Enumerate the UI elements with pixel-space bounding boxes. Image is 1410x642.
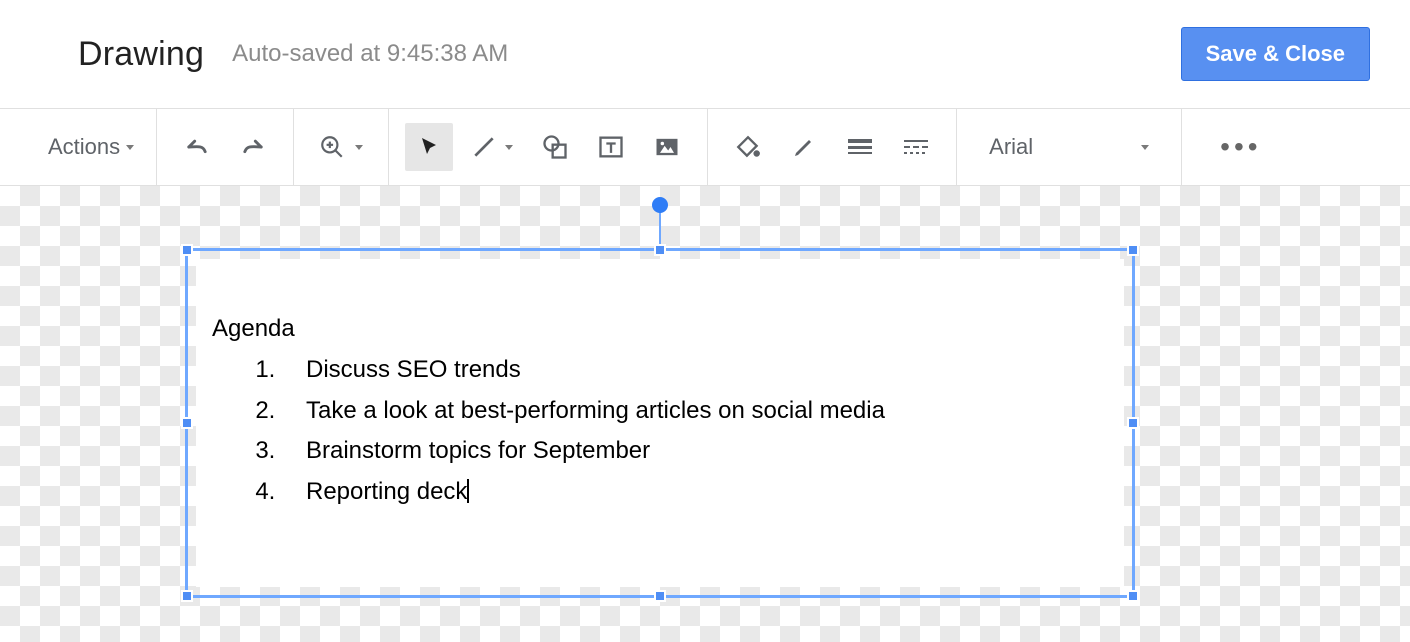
dialog-header: Drawing Auto-saved at 9:45:38 AM Save & …: [0, 0, 1410, 108]
line-dash-button[interactable]: [892, 123, 940, 171]
drawing-canvas[interactable]: Agenda Discuss SEO trends Take a look at…: [0, 186, 1410, 642]
rotate-handle[interactable]: [652, 197, 668, 213]
autosave-status: Auto-saved at 9:45:38 AM: [232, 40, 508, 68]
dialog-title: Drawing: [78, 35, 204, 74]
list-item: Discuss SEO trends: [282, 350, 1108, 391]
undo-icon: [183, 133, 211, 161]
list-item-text: Take a look at best-performing articles …: [306, 397, 885, 424]
resize-handle-se[interactable]: [1127, 590, 1139, 602]
drawing-toolbar: Actions: [0, 108, 1410, 186]
shapes-icon: [541, 133, 569, 161]
resize-handle-e[interactable]: [1127, 417, 1139, 429]
list-item-text: Reporting deck: [306, 478, 467, 505]
actions-group: Actions: [0, 109, 157, 185]
resize-handle-nw[interactable]: [181, 244, 193, 256]
list-item-text: Brainstorm topics for September: [306, 437, 650, 464]
textbox-tool-button[interactable]: [587, 123, 635, 171]
save-and-close-button[interactable]: Save & Close: [1181, 27, 1370, 81]
actions-menu[interactable]: Actions: [38, 134, 144, 160]
chevron-down-icon: [1141, 145, 1149, 150]
textbox-content[interactable]: Agenda Discuss SEO trends Take a look at…: [196, 259, 1124, 587]
undo-redo-group: [157, 109, 294, 185]
zoom-group: [294, 109, 389, 185]
insert-tools-group: [389, 109, 708, 185]
list-item-text: Discuss SEO trends: [306, 356, 521, 383]
font-name: Arial: [989, 134, 1033, 160]
zoom-button[interactable]: [310, 123, 372, 171]
redo-button[interactable]: [229, 123, 277, 171]
resize-handle-n[interactable]: [654, 244, 666, 256]
font-selector[interactable]: Arial: [969, 134, 1169, 160]
cursor-icon: [417, 135, 441, 159]
zoom-icon: [319, 134, 345, 160]
line-weight-button[interactable]: [836, 123, 884, 171]
fill-color-button[interactable]: [724, 123, 772, 171]
image-tool-button[interactable]: [643, 123, 691, 171]
line-weight-icon: [847, 137, 873, 157]
chevron-down-icon: [355, 145, 363, 150]
image-icon: [653, 133, 681, 161]
textbox-heading: Agenda: [212, 309, 1108, 350]
line-tool-button[interactable]: [461, 123, 523, 171]
font-group: Arial: [957, 109, 1182, 185]
paint-bucket-icon: [735, 134, 761, 160]
undo-button[interactable]: [173, 123, 221, 171]
chevron-down-icon: [126, 145, 134, 150]
line-icon: [471, 134, 497, 160]
pencil-icon: [792, 135, 816, 159]
list-item: Reporting deck: [282, 472, 1108, 513]
format-tools-group: [708, 109, 957, 185]
resize-handle-sw[interactable]: [181, 590, 193, 602]
resize-handle-s[interactable]: [654, 590, 666, 602]
line-color-button[interactable]: [780, 123, 828, 171]
text-cursor: [467, 479, 469, 503]
selected-textbox[interactable]: Agenda Discuss SEO trends Take a look at…: [185, 248, 1135, 598]
save-and-close-label: Save & Close: [1206, 41, 1345, 67]
more-group: •••: [1182, 109, 1299, 185]
line-dash-icon: [903, 137, 929, 157]
select-tool-button[interactable]: [405, 123, 453, 171]
textbox-list: Discuss SEO trends Take a look at best-p…: [212, 350, 1108, 513]
resize-handle-ne[interactable]: [1127, 244, 1139, 256]
chevron-down-icon: [505, 145, 513, 150]
list-item: Take a look at best-performing articles …: [282, 391, 1108, 432]
actions-label: Actions: [48, 134, 120, 160]
more-options-button[interactable]: •••: [1194, 131, 1287, 163]
shape-tool-button[interactable]: [531, 123, 579, 171]
more-horizontal-icon: •••: [1220, 131, 1261, 163]
redo-icon: [239, 133, 267, 161]
textbox-icon: [597, 133, 625, 161]
resize-handle-w[interactable]: [181, 417, 193, 429]
list-item: Brainstorm topics for September: [282, 431, 1108, 472]
